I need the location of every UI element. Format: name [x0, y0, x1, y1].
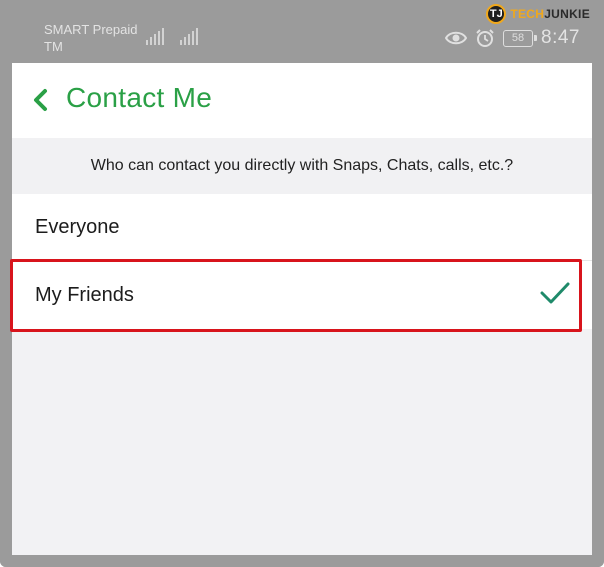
signal-icon	[146, 27, 168, 45]
signal-icon	[180, 27, 202, 45]
status-time: 8:47	[541, 27, 580, 48]
watermark-badge: TJ	[486, 4, 507, 24]
option-my-friends[interactable]: My Friends	[12, 261, 592, 329]
battery-icon: 58	[503, 29, 538, 47]
page-header: Contact Me	[12, 63, 592, 138]
option-everyone[interactable]: Everyone	[12, 194, 592, 260]
page-title: Contact Me	[66, 82, 213, 113]
carrier-line-1: SMART Prepaid	[44, 22, 138, 37]
carrier-name: SMART Prepaid TM	[44, 21, 154, 55]
phone-frame: SMART Prepaid TM 58 8:47 Contact Me Who …	[0, 0, 604, 567]
empty-area	[12, 332, 592, 555]
checkmark-icon	[540, 282, 570, 304]
eye-icon	[445, 30, 468, 46]
carrier-line-2: TM	[44, 39, 63, 54]
watermark-text: TECHJUNKIE	[510, 7, 590, 21]
alarm-icon	[475, 28, 495, 48]
section-description: Who can contact you directly with Snaps,…	[12, 138, 592, 194]
chevron-left-icon[interactable]	[32, 88, 48, 112]
option-label: My Friends	[35, 284, 134, 306]
status-icons: 58 8:47	[445, 26, 580, 50]
watermark-logo: TJ TECHJUNKIE	[486, 4, 590, 24]
option-label: Everyone	[35, 216, 120, 238]
